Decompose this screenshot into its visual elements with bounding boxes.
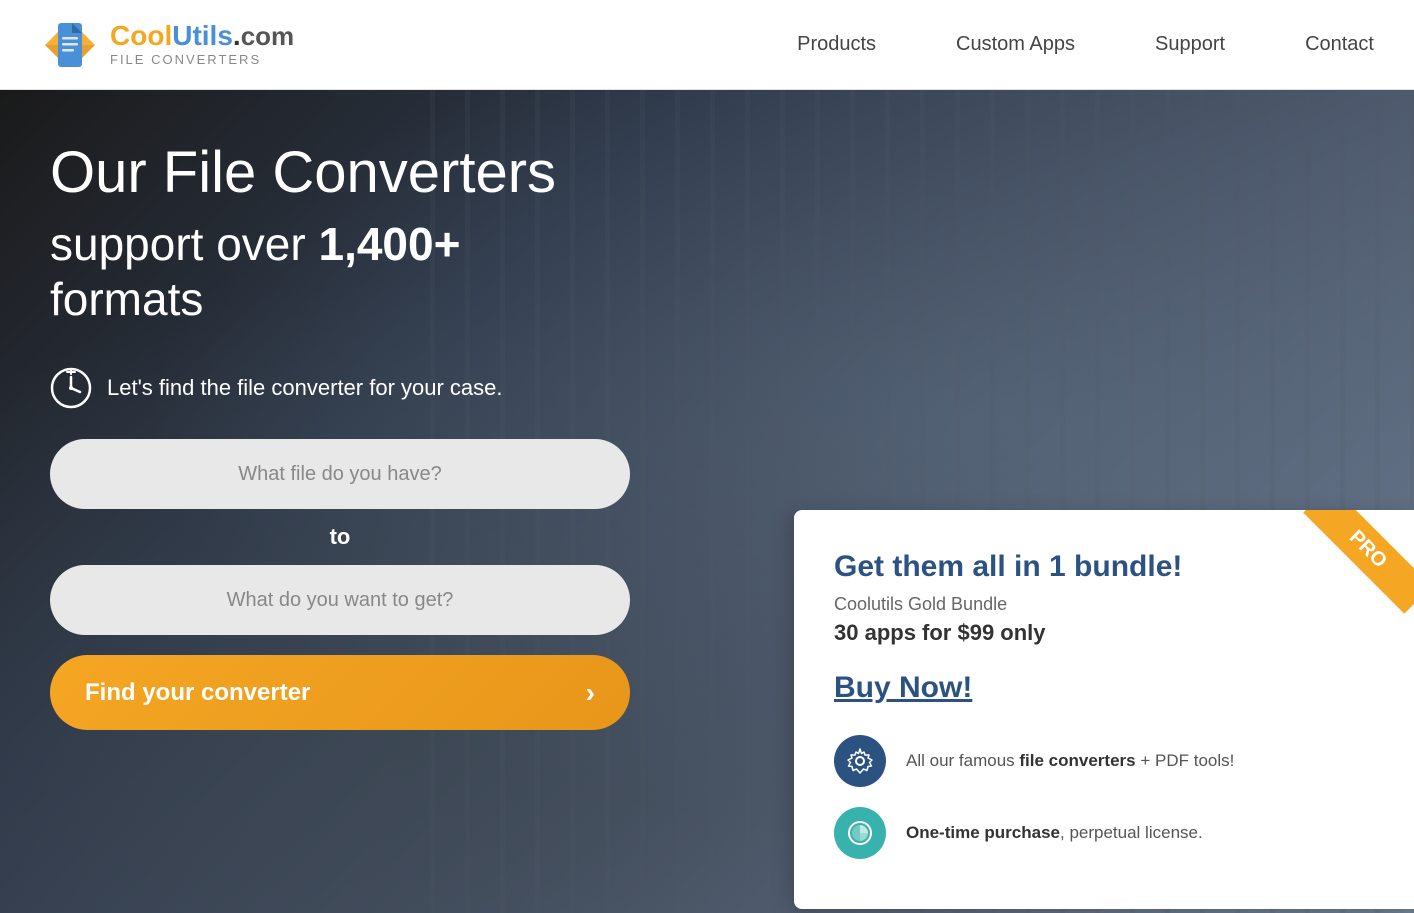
tagline-text: Let's find the file converter for your c… — [107, 375, 503, 401]
bundle-feature-1: All our famous file converters + PDF too… — [834, 735, 1374, 787]
logo-subtitle: file converters — [110, 52, 294, 67]
feature-1-bold: file converters — [1019, 751, 1135, 770]
hero-count: 1,400+ — [318, 218, 460, 270]
nav-custom-apps[interactable]: Custom Apps — [956, 33, 1075, 56]
find-converter-button[interactable]: Find your converter › — [50, 655, 630, 730]
hero-section: Our File Converters support over 1,400+ … — [0, 90, 1414, 913]
nav-support[interactable]: Support — [1155, 33, 1225, 56]
find-btn-arrow-icon: › — [586, 677, 595, 709]
main-nav: Products Custom Apps Support Contact — [797, 33, 1374, 56]
bundle-card: Get them all in 1 bundle! Coolutils Gold… — [794, 510, 1414, 909]
feature-2-bold: One-time purchase — [906, 823, 1060, 842]
bundle-subtitle: Coolutils Gold Bundle — [834, 594, 1374, 615]
hero-tagline: Let's find the file converter for your c… — [50, 367, 710, 409]
logo-name: CoolUtils.com — [110, 22, 294, 50]
hero-title: Our File Converters — [50, 140, 710, 207]
hero-subtitle-pre: support over — [50, 218, 318, 270]
hero-subtitle-post: formats — [50, 273, 203, 325]
bundle-price: 30 apps for $99 only — [834, 620, 1374, 646]
gear-icon-circle — [834, 735, 886, 787]
logo-area[interactable]: CoolUtils.com file converters — [40, 15, 294, 75]
to-label: to — [330, 509, 351, 565]
bundle-feature-2: One-time purchase, perpetual license. — [834, 807, 1374, 859]
nav-contact[interactable]: Contact — [1305, 33, 1374, 56]
hero-subtitle: support over 1,400+ formats — [50, 217, 710, 327]
chart-icon-circle — [834, 807, 886, 859]
feature-1-pre: All our famous — [906, 751, 1019, 770]
feature-2-post: , perpetual license. — [1060, 823, 1203, 842]
logo-text: CoolUtils.com file converters — [110, 22, 294, 67]
feature-2-text: One-time purchase, perpetual license. — [906, 823, 1203, 843]
logo-icon — [40, 15, 100, 75]
find-btn-label: Find your converter — [85, 679, 310, 707]
clock-icon — [50, 367, 92, 409]
feature-1-text: All our famous file converters + PDF too… — [906, 751, 1234, 771]
nav-products[interactable]: Products — [797, 33, 876, 56]
buy-now-link[interactable]: Buy Now! — [834, 671, 1374, 705]
output-input[interactable] — [50, 565, 630, 635]
file-input[interactable] — [50, 439, 630, 509]
feature-1-post: + PDF tools! — [1136, 751, 1235, 770]
pro-badge — [1294, 510, 1414, 630]
bundle-title: Get them all in 1 bundle! — [834, 550, 1374, 584]
search-area: to Find your converter › — [50, 439, 630, 730]
header: CoolUtils.com file converters Products C… — [0, 0, 1414, 90]
hero-content: Our File Converters support over 1,400+ … — [0, 90, 760, 730]
